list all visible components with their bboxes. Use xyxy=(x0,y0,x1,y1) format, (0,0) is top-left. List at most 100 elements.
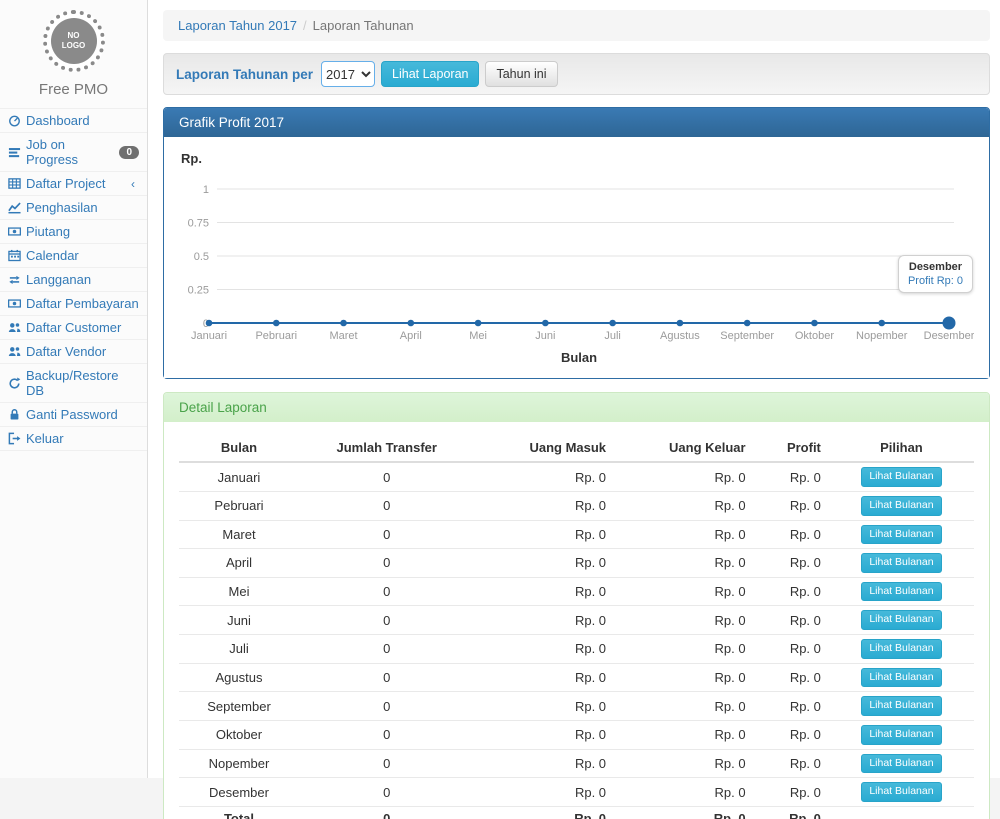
sidebar-item-piutang[interactable]: Piutang xyxy=(0,220,147,244)
chart-label: Nopember xyxy=(856,330,908,342)
profit-chart-panel: Grafik Profit 2017 Rp.00.250.50.751Janua… xyxy=(163,107,990,379)
sidebar-item-label: Langganan xyxy=(26,272,91,287)
lihat-bulanan-button[interactable]: Lihat Bulanan xyxy=(861,525,941,545)
cell-uang-masuk: Rp. 0 xyxy=(475,663,615,692)
sidebar-item-label: Dashboard xyxy=(26,113,90,128)
sidebar-item-backup-restore-db[interactable]: Backup/Restore DB xyxy=(0,364,147,403)
lihat-bulanan-button[interactable]: Lihat Bulanan xyxy=(861,610,941,630)
sidebar-item-ganti-password[interactable]: Ganti Password xyxy=(0,403,147,427)
cell-profit: Rp. 0 xyxy=(754,749,829,778)
table-row: Agustus0Rp. 0Rp. 0Rp. 0Lihat Bulanan xyxy=(179,663,974,692)
cell-uang-masuk: Rp. 0 xyxy=(475,577,615,606)
line-chart-icon xyxy=(8,201,21,214)
lihat-bulanan-button[interactable]: Lihat Bulanan xyxy=(861,782,941,802)
chart-label: Pebruari xyxy=(255,330,297,342)
table-row: Oktober0Rp. 0Rp. 0Rp. 0Lihat Bulanan xyxy=(179,721,974,750)
chart-label: April xyxy=(400,330,422,342)
cell-pilihan: Lihat Bulanan xyxy=(829,606,974,635)
cell-pilihan xyxy=(829,806,974,819)
lihat-bulanan-button[interactable]: Lihat Bulanan xyxy=(861,496,941,516)
cell-uang-keluar: Rp. 0 xyxy=(614,462,754,491)
chart-label: Agustus xyxy=(660,330,700,342)
cell-uang-keluar: Rp. 0 xyxy=(614,663,754,692)
year-select[interactable]: 2017 xyxy=(321,61,375,87)
data-point-nopember[interactable] xyxy=(878,320,885,327)
sidebar-item-penghasilan[interactable]: Penghasilan xyxy=(0,196,147,220)
cell-jumlah-transfer: 0 xyxy=(299,663,475,692)
tahun-ini-button[interactable]: Tahun ini xyxy=(485,61,557,87)
table-row: Juli0Rp. 0Rp. 0Rp. 0Lihat Bulanan xyxy=(179,635,974,664)
sidebar-item-label: Daftar Project xyxy=(26,176,105,191)
data-point-maret[interactable] xyxy=(340,320,347,327)
cell-profit: Rp. 0 xyxy=(754,606,829,635)
cell-uang-keluar: Rp. 0 xyxy=(614,577,754,606)
refresh-icon xyxy=(8,377,21,390)
table-row: Desember0Rp. 0Rp. 0Rp. 0Lihat Bulanan xyxy=(179,778,974,807)
lihat-bulanan-button[interactable]: Lihat Bulanan xyxy=(861,639,941,659)
cell-uang-masuk: Rp. 0 xyxy=(475,749,615,778)
data-point-juni[interactable] xyxy=(542,320,549,327)
cell-uang-masuk: Rp. 0 xyxy=(475,692,615,721)
sidebar-item-daftar-pembayaran[interactable]: Daftar Pembayaran xyxy=(0,292,147,316)
header-pilihan: Pilihan xyxy=(829,434,974,462)
detail-panel-title: Detail Laporan xyxy=(164,393,989,422)
cell-uang-masuk: Rp. 0 xyxy=(475,462,615,491)
breadcrumb-separator: / xyxy=(303,18,307,33)
table-row: Pebruari0Rp. 0Rp. 0Rp. 0Lihat Bulanan xyxy=(179,491,974,520)
data-point-oktober[interactable] xyxy=(811,320,818,327)
data-point-september[interactable] xyxy=(744,320,751,327)
chart-label: Rp. xyxy=(181,151,202,166)
data-point-januari[interactable] xyxy=(206,320,213,327)
chart-label: Juni xyxy=(535,330,555,342)
detail-panel-body: Bulan Jumlah Transfer Uang Masuk Uang Ke… xyxy=(164,422,989,819)
app-logo: NO LOGO xyxy=(43,10,105,72)
sidebar-item-daftar-customer[interactable]: Daftar Customer xyxy=(0,316,147,340)
lihat-bulanan-button[interactable]: Lihat Bulanan xyxy=(861,754,941,774)
cell-uang-masuk: Rp. 0 xyxy=(475,549,615,578)
cell-profit: Rp. 0 xyxy=(754,663,829,692)
chart-label: Januari xyxy=(191,330,227,342)
chart-label: 1 xyxy=(203,184,209,196)
data-point-pebruari[interactable] xyxy=(273,320,280,327)
chart-label: Maret xyxy=(329,330,357,342)
cell-pilihan: Lihat Bulanan xyxy=(829,462,974,491)
sidebar-item-job-on-progress[interactable]: Job on Progress0 xyxy=(0,133,147,172)
lihat-bulanan-button[interactable]: Lihat Bulanan xyxy=(861,668,941,688)
chart-panel-body: Rp.00.250.50.751JanuariPebruariMaretApri… xyxy=(164,137,989,378)
lihat-bulanan-button[interactable]: Lihat Bulanan xyxy=(861,467,941,487)
sidebar-item-daftar-vendor[interactable]: Daftar Vendor xyxy=(0,340,147,364)
data-point-mei[interactable] xyxy=(475,320,482,327)
header-jumlah-transfer: Jumlah Transfer xyxy=(299,434,475,462)
cell-uang-keluar: Rp. 0 xyxy=(614,635,754,664)
sidebar-item-label: Job on Progress xyxy=(26,137,114,167)
sidebar-item-keluar[interactable]: Keluar xyxy=(0,427,147,451)
lihat-bulanan-button[interactable]: Lihat Bulanan xyxy=(861,725,941,745)
cell-profit: Rp. 0 xyxy=(754,549,829,578)
cell-jumlah-transfer: 0 xyxy=(299,692,475,721)
data-point-april[interactable] xyxy=(408,320,415,327)
main-content: Laporan Tahun 2017/Laporan Tahunan Lapor… xyxy=(148,0,1000,778)
cell-uang-masuk: Rp. 0 xyxy=(475,721,615,750)
chart-label: 0.75 xyxy=(188,218,209,230)
sidebar-item-daftar-project[interactable]: Daftar Project ‹ xyxy=(0,172,147,196)
money-icon xyxy=(8,297,21,310)
cell-bulan: Juni xyxy=(179,606,299,635)
cell-jumlah-transfer: 0 xyxy=(299,491,475,520)
chevron-collapsed-icon: ‹ xyxy=(131,177,139,191)
breadcrumb-link-laporan-tahun[interactable]: Laporan Tahun 2017 xyxy=(178,18,297,33)
data-point-agustus[interactable] xyxy=(677,320,684,327)
sidebar-item-calendar[interactable]: Calendar xyxy=(0,244,147,268)
data-point-juli[interactable] xyxy=(609,320,616,327)
tooltip-month: Desember xyxy=(908,261,963,273)
lihat-bulanan-button[interactable]: Lihat Bulanan xyxy=(861,553,941,573)
sign-out-icon xyxy=(8,432,21,445)
chart-label: Mei xyxy=(469,330,487,342)
cell-profit: Rp. 0 xyxy=(754,721,829,750)
lihat-bulanan-button[interactable]: Lihat Bulanan xyxy=(861,582,941,602)
cell-pilihan: Lihat Bulanan xyxy=(829,778,974,807)
sidebar-item-dashboard[interactable]: Dashboard xyxy=(0,109,147,133)
lihat-laporan-button[interactable]: Lihat Laporan xyxy=(381,61,479,87)
sidebar-item-langganan[interactable]: Langganan xyxy=(0,268,147,292)
data-point-desember[interactable] xyxy=(943,317,956,330)
lihat-bulanan-button[interactable]: Lihat Bulanan xyxy=(861,696,941,716)
